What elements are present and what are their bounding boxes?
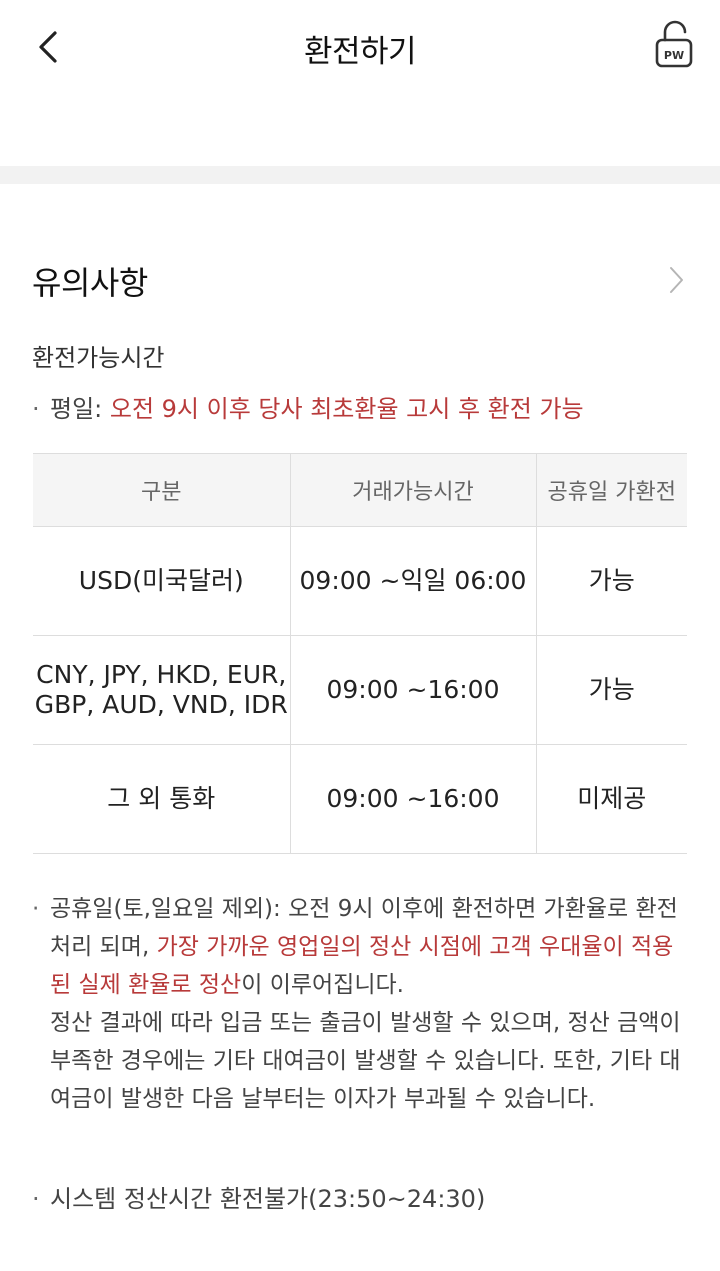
table-row: 그 외 통화 09:00 ~16:00 미제공 [33,744,687,854]
weekday-label: 평일: [50,395,110,423]
table-header-row: 구분 거래가능시간 공휴일 가환전 [33,453,687,527]
pw-label: PW [664,49,684,62]
password-lock-button[interactable]: PW [652,20,698,70]
row-currency: USD(미국달러) [33,526,290,636]
app-header: 환전하기 PW [0,0,720,96]
weekday-text: 오전 9시 이후 당사 최초환율 고시 후 환전 가능 [109,395,584,423]
holiday-note: · 공휴일(토,일요일 제외): 오전 9시 이후에 환전하면 가환율로 환전처… [32,890,692,1118]
holiday-note-text: 이 이루어집니다. [241,972,404,998]
row-currency-line: GBP, AUD, VND, IDR [34,690,288,719]
row-currency: 그 외 통화 [33,744,290,854]
weekday-note: · 평일: 오전 9시 이후 당사 최초환율 고시 후 환전 가능 [32,390,584,428]
header-category: 구분 [33,453,290,527]
system-note: · 시스템 정산시간 환전불가(23:50~24:30) [32,1180,485,1218]
notice-title: 유의사항 [32,264,148,302]
section-divider [0,166,720,184]
row-holiday: 가능 [535,635,687,745]
table-row: CNY, JPY, HKD, EUR, GBP, AUD, VND, IDR 0… [33,635,687,745]
notice-row[interactable]: 유의사항 [0,250,720,310]
lock-pw-icon: PW [655,20,693,68]
row-time: 09:00 ~16:00 [289,744,536,854]
bullet-dot: · [32,896,40,922]
row-currency: CNY, JPY, HKD, EUR, GBP, AUD, VND, IDR [33,635,290,745]
exchange-hours-table: 구분 거래가능시간 공휴일 가환전 USD(미국달러) 09:00 ~익일 06… [33,453,687,854]
exchange-hours-heading: 환전가능시간 [32,344,165,372]
holiday-note-settlement: 정산 결과에 따라 입금 또는 출금이 발생할 수 있으며, 정산 금액이 부족… [50,1010,681,1112]
chevron-right-icon [670,267,683,293]
bullet-dot: · [32,395,40,423]
header-holiday-exchange: 공휴일 가환전 [535,453,687,527]
row-time: 09:00 ~16:00 [289,635,536,745]
page-title: 환전하기 [303,34,417,70]
table-row: USD(미국달러) 09:00 ~익일 06:00 가능 [33,526,687,636]
row-holiday: 미제공 [535,744,687,854]
system-note-text: 시스템 정산시간 환전불가(23:50~24:30) [50,1185,486,1213]
row-currency-line: CNY, JPY, HKD, EUR, [36,660,287,689]
row-time: 09:00 ~익일 06:00 [289,526,536,636]
bullet-dot: · [32,1185,40,1213]
row-holiday: 가능 [535,526,687,636]
header-trading-hours: 거래가능시간 [289,453,536,527]
